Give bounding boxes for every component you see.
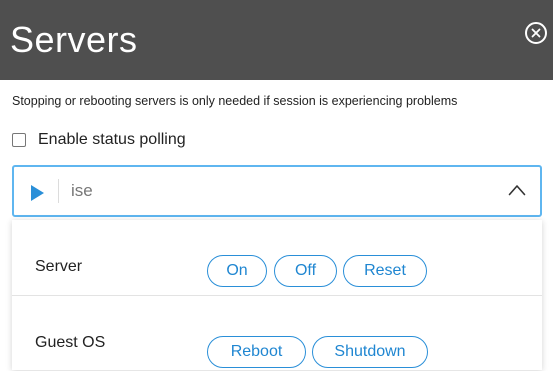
guest-os-row: Guest OS Reboot Shutdown xyxy=(12,296,542,371)
close-circle-icon xyxy=(531,28,541,38)
server-on-button[interactable]: On xyxy=(207,255,267,287)
server-off-button[interactable]: Off xyxy=(274,255,337,287)
status-polling-checkbox[interactable] xyxy=(12,133,26,147)
selector-divider xyxy=(58,179,59,203)
status-polling-label: Enable status polling xyxy=(38,131,186,148)
server-row: Server On Off Reset xyxy=(12,220,542,296)
chevron-up-icon[interactable] xyxy=(508,184,526,196)
page-title: Servers xyxy=(10,19,138,60)
description-text: Stopping or rebooting servers is only ne… xyxy=(12,94,458,108)
selector-value: ise xyxy=(71,181,93,200)
server-reset-button[interactable]: Reset xyxy=(343,255,427,287)
guest-reboot-button[interactable]: Reboot xyxy=(207,336,306,368)
server-controls-panel: Server On Off Reset Guest OS Reboot Shut… xyxy=(12,220,542,370)
guest-shutdown-button[interactable]: Shutdown xyxy=(312,336,428,368)
play-icon[interactable] xyxy=(31,185,44,201)
status-polling-row[interactable]: Enable status polling xyxy=(12,131,186,149)
server-selector[interactable]: ise xyxy=(12,165,542,217)
guest-os-label: Guest OS xyxy=(35,334,106,351)
dialog-header: Servers xyxy=(0,0,553,80)
close-button[interactable] xyxy=(525,22,547,44)
server-label: Server xyxy=(35,258,83,275)
